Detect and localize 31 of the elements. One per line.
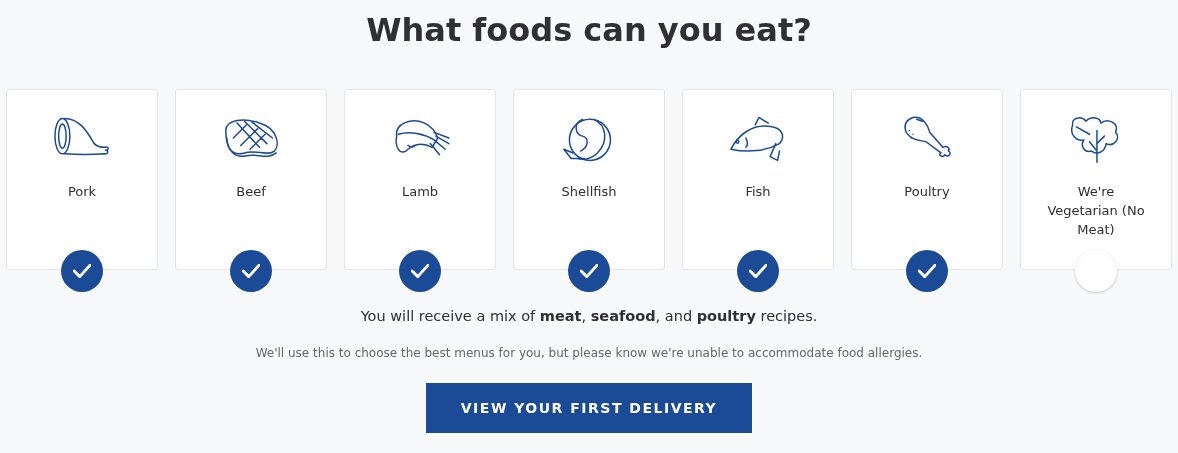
food-label: Beef	[235, 183, 267, 201]
checkmark-icon	[749, 264, 767, 278]
food-card[interactable]: Fish	[682, 89, 834, 270]
checkbox[interactable]	[399, 250, 441, 292]
food-card[interactable]: Lamb	[344, 89, 496, 270]
checkbox[interactable]	[906, 250, 948, 292]
checkmark-icon	[918, 264, 936, 278]
checkmark-icon	[242, 264, 260, 278]
food-label: We're Vegetarian (No Meat)	[1046, 183, 1146, 239]
food-card[interactable]: Beef	[175, 89, 327, 270]
food-label: Poultry	[903, 183, 951, 201]
page-title: What foods can you eat?	[366, 10, 812, 50]
food-card[interactable]: Pork	[6, 89, 158, 270]
checkbox[interactable]	[230, 250, 272, 292]
checkmark-icon	[411, 264, 429, 278]
checkmark-icon	[580, 264, 598, 278]
food-label: Lamb	[400, 183, 440, 201]
checkbox[interactable]	[61, 250, 103, 292]
checkbox[interactable]	[1075, 250, 1117, 292]
food-card[interactable]: Poultry	[851, 89, 1003, 270]
checkbox[interactable]	[737, 250, 779, 292]
food-label: Shellfish	[560, 183, 618, 201]
food-card[interactable]: We're Vegetarian (No Meat)	[1020, 89, 1172, 270]
view-delivery-button[interactable]: VIEW YOUR FIRST DELIVERY	[426, 383, 752, 433]
food-card[interactable]: Shellfish	[513, 89, 665, 270]
summary-text: You will receive a mix of meat, seafood, and poultry recipes.	[360, 308, 818, 324]
checkbox[interactable]	[568, 250, 610, 292]
food-label: Pork	[66, 183, 98, 201]
allergy-note: We'll use this to choose the best menus for you, but please know we're unable to accommodate food allergies.	[255, 346, 923, 360]
food-label: Fish	[744, 183, 772, 201]
checkmark-icon	[73, 264, 91, 278]
